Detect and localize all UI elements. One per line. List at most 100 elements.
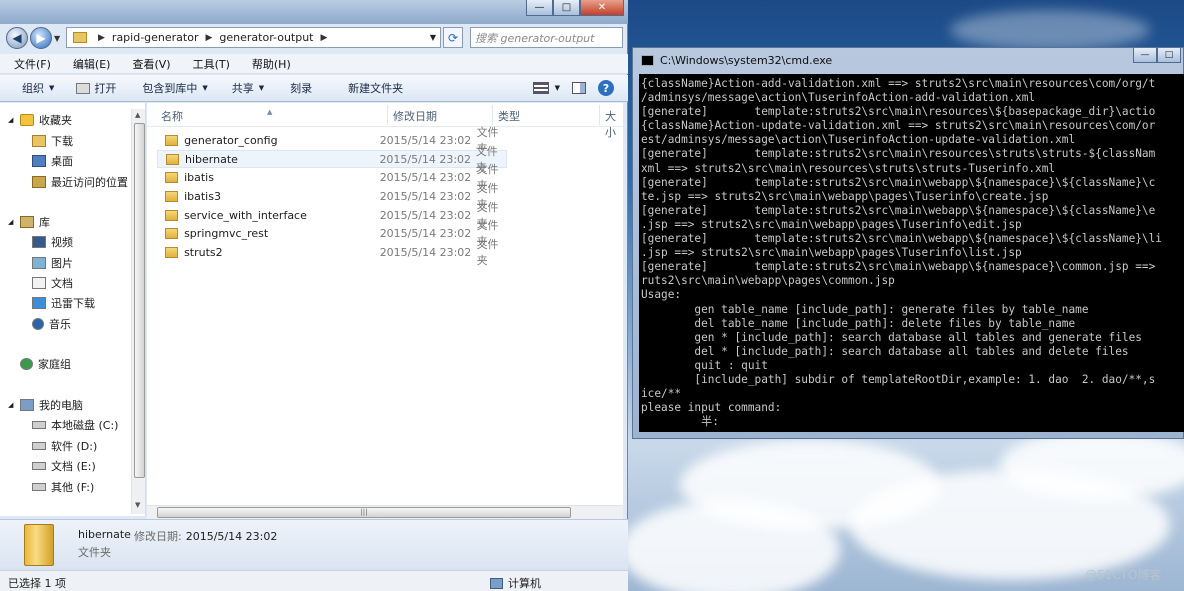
expand-icon[interactable]: ◢ (8, 218, 20, 226)
back-button[interactable]: ◀ (6, 27, 28, 49)
new-folder-button[interactable]: 新建文件夹 (342, 77, 409, 99)
details-name: hibernate (78, 528, 131, 541)
file-date: 2015/5/14 23:02 (379, 245, 472, 259)
new-folder-label: 新建文件夹 (348, 82, 404, 95)
nav-pictures[interactable]: 图片 (32, 254, 73, 272)
nav-recent-places[interactable]: 最近访问的位置 (32, 173, 128, 191)
breadcrumb-chevron-icon[interactable]: ▶ (321, 33, 328, 43)
menu-help[interactable]: 帮助(H) (238, 56, 299, 72)
column-size[interactable]: 大小 (605, 108, 623, 140)
organize-label: 组织 (22, 82, 44, 95)
menu-edit[interactable]: 编辑(E) (59, 56, 119, 72)
console-line: ruts2\src\main\webapp\pages\common.jsp (641, 274, 895, 288)
list-item[interactable]: generator_config 2015/5/14 23:02 文件夹 (157, 126, 507, 155)
file-type: 文件夹 (476, 238, 499, 267)
status-location: 计算机 (490, 575, 541, 591)
console-output[interactable]: {className}Action-add-validation.xml ==>… (639, 74, 1184, 432)
details-pane: hibernate 修改日期: 2015/5/14 23:02 文件夹 (0, 519, 628, 570)
chevron-down-icon: ▼ (258, 84, 265, 92)
expand-icon[interactable]: ◢ (8, 401, 20, 409)
nav-drive-e[interactable]: 文档 (E:) (32, 457, 96, 475)
details-modified-label: 修改日期: (134, 530, 182, 543)
console-line: gen table_name [include_path]: generate … (641, 302, 1089, 316)
list-item[interactable]: struts2 2015/5/14 23:02 文件夹 (157, 238, 507, 267)
burn-label: 刻录 (290, 82, 313, 95)
address-dropdown-icon[interactable]: ▼ (430, 33, 436, 42)
nav-music[interactable]: 音乐 (32, 315, 71, 333)
cmd-titlebar[interactable]: C:\Windows\system32\cmd.exe (641, 54, 832, 67)
chevron-down-icon[interactable]: ▼ (555, 84, 560, 92)
nav-drive-f[interactable]: 其他 (F:) (32, 478, 94, 496)
column-type[interactable]: 类型 (498, 108, 520, 124)
file-date: 2015/5/14 23:02 (379, 226, 472, 240)
nav-desktop[interactable]: 桌面 (32, 152, 73, 170)
details-modified: 修改日期: 2015/5/14 23:02 (134, 528, 277, 544)
console-line: .jsp ==> struts2\src\main\webapp\pages\T… (641, 217, 1022, 231)
scroll-thumb[interactable]: ||| (157, 507, 571, 518)
cmd-title: C:\Windows\system32\cmd.exe (660, 54, 833, 67)
minimize-button[interactable]: — (1133, 48, 1157, 63)
explorer-titlebar[interactable]: — □ ✕ (0, 0, 628, 24)
file-date: 2015/5/14 23:02 (379, 189, 472, 203)
breadcrumb-rapid-generator[interactable]: rapid-generator (112, 31, 199, 44)
console-line: [include_path] subdir of templateRootDir… (641, 372, 1156, 386)
column-name[interactable]: 名称 (161, 108, 183, 124)
list-item-selected[interactable]: hibernate 2015/5/14 23:02 文件夹 (157, 145, 507, 174)
list-item[interactable]: springmvc_rest 2015/5/14 23:02 文件夹 (157, 219, 507, 248)
close-button[interactable]: ✕ (580, 0, 624, 16)
maximize-button[interactable]: □ (1157, 48, 1181, 63)
console-line: del table_name [include_path]: delete fi… (641, 316, 1076, 330)
nav-homegroup[interactable]: 家庭组 (8, 355, 71, 373)
organize-button[interactable]: 组织 ▼ (16, 77, 60, 99)
console-line: {className}Action-update-validation.xml … (641, 119, 1156, 133)
nav-computer[interactable]: ◢ 我的电脑 (8, 396, 83, 414)
scroll-up-icon[interactable]: ▲ (135, 111, 140, 119)
expand-icon[interactable]: ◢ (8, 116, 20, 124)
forward-button[interactable]: ▶ (30, 27, 52, 49)
maximize-button[interactable]: □ (553, 0, 580, 16)
breadcrumb-chevron-icon[interactable]: ▶ (98, 33, 105, 43)
file-date: 2015/5/14 23:02 (379, 208, 472, 222)
nav-video[interactable]: 视频 (32, 233, 73, 251)
list-item[interactable]: service_with_interface 2015/5/14 23:02 文… (157, 201, 507, 230)
refresh-icon[interactable]: ⟳ (443, 27, 463, 48)
preview-pane-icon[interactable] (572, 82, 586, 94)
menu-view[interactable]: 查看(V) (118, 56, 178, 72)
folder-icon (165, 190, 179, 202)
nav-drive-e-label: 文档 (E:) (51, 460, 96, 473)
address-bar[interactable]: ▶ rapid-generator ▶ generator-output ▶ ▼ (66, 27, 441, 48)
view-options-icon[interactable] (532, 82, 549, 94)
share-button[interactable]: 共享 ▼ (226, 77, 270, 99)
nav-favorites[interactable]: ◢ 收藏夹 (8, 111, 72, 129)
nav-xunlei-downloads[interactable]: 迅雷下载 (32, 294, 95, 312)
nav-drive-c[interactable]: 本地磁盘 (C:) (32, 416, 118, 434)
breadcrumb-generator-output[interactable]: generator-output (219, 31, 313, 44)
burn-button[interactable]: 刻录 (284, 77, 318, 99)
computer-icon (490, 577, 503, 589)
folder-icon (165, 227, 179, 239)
nav-vertical-scrollbar[interactable]: ▲ ▼ (131, 109, 145, 514)
nav-downloads[interactable]: 下载 (32, 132, 73, 150)
nav-documents[interactable]: 文档 (32, 274, 73, 292)
list-item[interactable]: ibatis3 2015/5/14 23:02 文件夹 (157, 182, 507, 211)
open-button[interactable]: 打开 (70, 77, 122, 99)
scroll-thumb[interactable] (134, 123, 145, 478)
horizontal-scrollbar[interactable]: ||| (147, 505, 623, 519)
menu-tools[interactable]: 工具(T) (179, 56, 238, 72)
console-line: ice/** (641, 387, 682, 401)
recent-pages-dropdown-icon[interactable]: ▼ (54, 34, 66, 43)
include-in-library-button[interactable]: 包含到库中 ▼ (136, 77, 213, 99)
search-input[interactable]: 搜索 generator-output (470, 27, 623, 48)
menu-file[interactable]: 文件(F) (0, 56, 59, 72)
nav-drive-d[interactable]: 软件 (D:) (32, 437, 97, 455)
minimize-button[interactable]: — (526, 0, 553, 16)
scroll-down-icon[interactable]: ▼ (135, 501, 140, 509)
breadcrumb-chevron-icon[interactable]: ▶ (206, 33, 213, 43)
status-bar: 已选择 1 项 计算机 (0, 570, 628, 591)
help-icon[interactable]: ? (598, 80, 614, 96)
nav-libraries[interactable]: ◢ 库 (8, 213, 50, 231)
console-line: /adminsys/message\action\TuserinfoAction… (641, 91, 1036, 105)
nav-drive-c-label: 本地磁盘 (C:) (51, 419, 119, 432)
column-date[interactable]: 修改日期 (393, 108, 437, 124)
list-item[interactable]: ibatis 2015/5/14 23:02 文件夹 (157, 163, 507, 192)
